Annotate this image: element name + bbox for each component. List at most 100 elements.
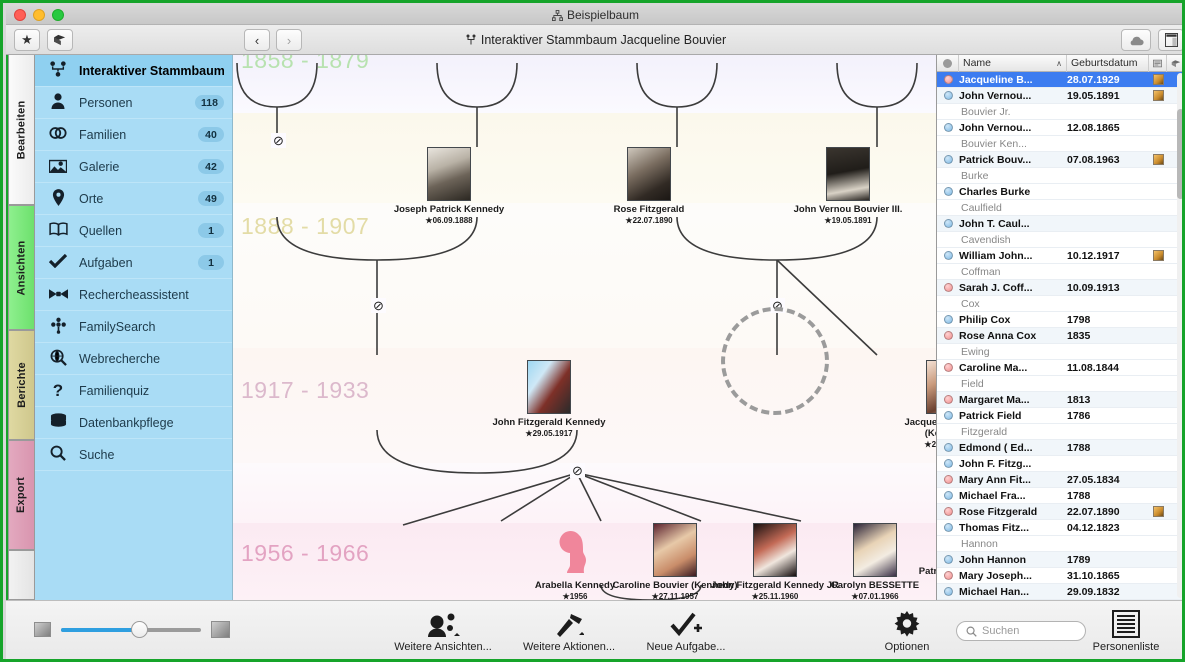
search-field[interactable]: Suchen xyxy=(956,621,1086,641)
minimize-button[interactable] xyxy=(33,9,45,21)
sidebar-item-orte[interactable]: Orte49 xyxy=(35,183,232,215)
sidebar-item-suche[interactable]: Suche xyxy=(35,439,232,471)
person-list-group-header[interactable]: Fitzgerald xyxy=(937,424,1185,440)
close-button[interactable] xyxy=(14,9,26,21)
vtab-berichte[interactable]: Berichte xyxy=(8,330,35,440)
person-list-row[interactable]: Charles Burke xyxy=(937,184,1185,200)
sidebar-item-familienquiz[interactable]: ?Familienquiz xyxy=(35,375,232,407)
sidebar-item-galerie[interactable]: Galerie42 xyxy=(35,151,232,183)
person-list-group-header[interactable]: Hannon xyxy=(937,536,1185,552)
sidebar-item-quellen[interactable]: Quellen1 xyxy=(35,215,232,247)
union-icon[interactable]: ⊘ xyxy=(570,463,585,478)
person-photo[interactable] xyxy=(627,147,671,201)
column-birthdate[interactable]: Geburtsdatum xyxy=(1067,55,1149,72)
person-list-scrollbar[interactable] xyxy=(1177,73,1184,598)
vtab-bearbeiten[interactable]: Bearbeiten xyxy=(8,55,35,205)
union-icon[interactable]: ⊘ xyxy=(271,133,286,148)
family-tree-canvas[interactable]: 1858 - 1879 1888 - 1907 1917 - 1933 1956… xyxy=(233,55,936,600)
vtab-ansichten[interactable]: Ansichten xyxy=(8,205,35,330)
person-list-rows[interactable]: Jacqueline B...28.07.1929John Vernou...1… xyxy=(937,72,1185,600)
cloud-sync-button[interactable] xyxy=(1121,29,1151,51)
sidebar-item-rechercheassistent[interactable]: Rechercheassistent xyxy=(35,279,232,311)
person-list-row[interactable]: John Hannon1789 xyxy=(937,552,1185,568)
person-list-row[interactable]: Rose Fitzgerald22.07.1890 xyxy=(937,504,1185,520)
new-task-button[interactable]: Neue Aufgabe... xyxy=(621,608,751,653)
person-node[interactable]: John Vernou Bouvier III.★19.05.1891 xyxy=(783,147,913,225)
person-list-row[interactable]: Edmond ( Ed...1788 xyxy=(937,440,1185,456)
person-list-button[interactable]: Personenliste xyxy=(1078,608,1174,653)
person-list-row[interactable]: Margaret Ma...1813 xyxy=(937,392,1185,408)
person-list-row[interactable]: Mary Ann Fit...27.05.1834 xyxy=(937,472,1185,488)
person-list-group-header[interactable]: Ewing xyxy=(937,344,1185,360)
person-list-row[interactable]: Michael Han...29.09.1832 xyxy=(937,584,1185,600)
person-list-group-header[interactable]: Bouvier Ken... xyxy=(937,136,1185,152)
column-tag[interactable] xyxy=(1167,55,1185,72)
person-node[interactable]: Rose Fitzgerald★22.07.1890 xyxy=(584,147,714,225)
person-node[interactable]: Jacqueline Bouvier (Kennedy)★28.07.1929 xyxy=(883,360,936,449)
person-node[interactable]: Joseph Patrick Kennedy★06.09.1888 xyxy=(384,147,514,225)
person-list-row[interactable]: Patrick Field1786 xyxy=(937,408,1185,424)
person-list-group-header[interactable]: Cavendish xyxy=(937,232,1185,248)
person-photo[interactable] xyxy=(427,147,471,201)
person-list-row[interactable]: Philip Cox1798 xyxy=(937,312,1185,328)
person-list-group-header[interactable]: Caulfield xyxy=(937,200,1185,216)
column-status-dot[interactable] xyxy=(937,55,959,72)
more-actions-button[interactable]: Weitere Aktionen... xyxy=(504,608,634,653)
person-photo[interactable] xyxy=(826,147,870,201)
person-list-group-header[interactable]: Field xyxy=(937,376,1185,392)
person-list-row[interactable]: Sarah J. Coff...10.09.1913 xyxy=(937,280,1185,296)
sidebar-item-familysearch[interactable]: FamilySearch xyxy=(35,311,232,343)
zoom-slider-group[interactable] xyxy=(34,621,230,638)
image-large-icon[interactable] xyxy=(211,621,230,638)
person-list-row[interactable]: John Vernou...19.05.1891 xyxy=(937,88,1185,104)
column-name[interactable]: Name ∧ xyxy=(959,55,1067,72)
person-list-row[interactable]: Jacqueline B...28.07.1929 xyxy=(937,72,1185,88)
maximize-button[interactable] xyxy=(52,9,64,21)
person-photo[interactable] xyxy=(653,523,697,577)
person-node[interactable]: Patrick Bouvier Kennedy★07.08.1963 xyxy=(910,523,936,587)
person-photo[interactable] xyxy=(853,523,897,577)
options-button[interactable]: Optionen xyxy=(842,608,972,653)
toggle-sidepane-button[interactable] xyxy=(1158,29,1184,51)
zoom-slider-knob[interactable] xyxy=(131,621,148,638)
person-node[interactable]: John Fitzgerald Kennedy★29.05.1917 xyxy=(484,360,614,438)
person-list-row[interactable]: Rose Anna Cox1835 xyxy=(937,328,1185,344)
person-list-group-header[interactable]: Cox xyxy=(937,296,1185,312)
forward-button[interactable]: › xyxy=(276,29,302,51)
column-note[interactable] xyxy=(1149,55,1167,72)
person-photo[interactable] xyxy=(553,523,597,577)
person-list-group-header[interactable]: Bouvier Jr. xyxy=(937,104,1185,120)
person-list-row[interactable]: John T. Caul... xyxy=(937,216,1185,232)
image-small-icon[interactable] xyxy=(34,622,51,637)
person-list-row[interactable]: Patrick Bouv...07.08.1963 xyxy=(937,152,1185,168)
person-photo[interactable] xyxy=(527,360,571,414)
person-photo[interactable] xyxy=(926,360,936,414)
tag-button[interactable] xyxy=(47,29,73,51)
person-list-panel[interactable]: Name ∧ Geburtsdatum Jacqueline B...28.07… xyxy=(936,55,1185,600)
person-photo[interactable] xyxy=(753,523,797,577)
back-button[interactable]: ‹ xyxy=(244,29,270,51)
sidebar-item-familien[interactable]: Familien40 xyxy=(35,119,232,151)
person-list-group-header[interactable]: Coffman xyxy=(937,264,1185,280)
person-list-group-header[interactable]: Burke xyxy=(937,168,1185,184)
zoom-slider[interactable] xyxy=(61,628,201,632)
sidebar-item-webrecherche[interactable]: Webrecherche xyxy=(35,343,232,375)
sidebar-item-interaktiver-stammbaum[interactable]: Interaktiver Stammbaum xyxy=(35,55,232,87)
person-list-row[interactable]: William John...10.12.1917 xyxy=(937,248,1185,264)
person-name-cell: Patrick Field xyxy=(959,410,1067,422)
union-icon[interactable]: ⊘ xyxy=(371,298,386,313)
vtab-export[interactable]: Export xyxy=(8,440,35,550)
more-views-button[interactable]: Weitere Ansichten... xyxy=(378,608,508,653)
person-list-row[interactable]: Mary Joseph...31.10.1865 xyxy=(937,568,1185,584)
favorite-button[interactable]: ★ xyxy=(14,29,40,51)
person-list-row[interactable]: Thomas Fitz...04.12.1823 xyxy=(937,520,1185,536)
person-list-row[interactable]: Caroline Ma...11.08.1844 xyxy=(937,360,1185,376)
sidebar-item-personen[interactable]: Personen118 xyxy=(35,87,232,119)
scrollbar-thumb[interactable] xyxy=(1177,109,1184,199)
person-list-row[interactable]: John F. Fitzg... xyxy=(937,456,1185,472)
window-controls[interactable] xyxy=(14,9,64,21)
sidebar-item-datenbankpflege[interactable]: Datenbankpflege xyxy=(35,407,232,439)
person-list-row[interactable]: Michael Fra...1788 xyxy=(937,488,1185,504)
person-list-row[interactable]: John Vernou...12.08.1865 xyxy=(937,120,1185,136)
sidebar-item-aufgaben[interactable]: Aufgaben1 xyxy=(35,247,232,279)
